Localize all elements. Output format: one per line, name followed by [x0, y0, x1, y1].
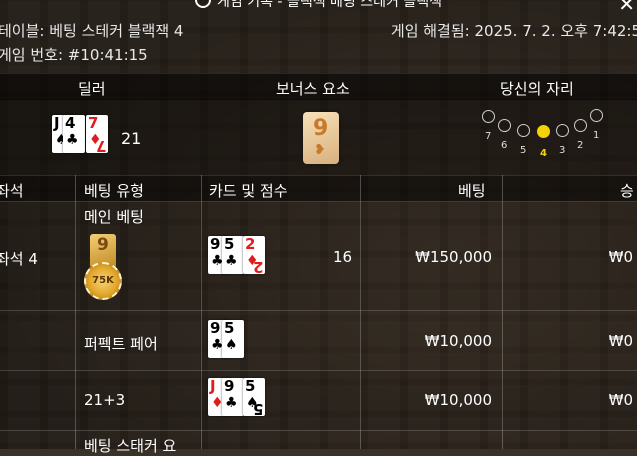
- seat-dot-1: [590, 109, 603, 122]
- seat-dot-3: [556, 124, 569, 137]
- dealer-heading: 딜러: [78, 80, 106, 98]
- col-win: 승: [620, 182, 634, 200]
- bet-amount: ₩150,000: [415, 248, 492, 266]
- seat-label-6: 6: [501, 140, 508, 151]
- player-card: 9 ♣: [222, 378, 244, 416]
- round-id: 게임 번호: #10:41:15: [0, 46, 148, 64]
- panel-title: 게임 기록 - 블랙잭 베팅 스테커 블랙잭: [0, 0, 637, 10]
- bonus-heading: 보너스 요소: [276, 80, 350, 98]
- panel-title-text: 게임 기록 - 블랙잭 베팅 스테커 블랙잭: [217, 0, 442, 10]
- hand-score: 16: [333, 248, 353, 266]
- win-amount: ₩0: [608, 248, 633, 266]
- seat-heading: 당신의 자리: [500, 80, 574, 98]
- seat-label-4: 4: [540, 148, 547, 159]
- resolved-time: 게임 해결됨: 2025. 7. 2. 오후 7:42:5: [390, 22, 637, 40]
- seat-label-1: 1: [593, 130, 600, 141]
- summary-header: 딜러 보너스 요소 당신의 자리: [0, 73, 637, 100]
- seat-label-2: 2: [577, 140, 584, 151]
- bet-type-cell: 21+3: [84, 391, 126, 409]
- player-card: 2 ♦ 2: [243, 235, 265, 276]
- bet-type-cell: 메인 베팅: [84, 208, 144, 226]
- win-amount: ₩0: [608, 332, 633, 350]
- seat-dot-2: [574, 119, 587, 132]
- col-cards-score: 카드 및 점수: [209, 182, 288, 200]
- seat-label-3: 3: [559, 145, 566, 156]
- bonus-value: 9: [313, 116, 329, 141]
- table-name: 테이블: 베팅 스테커 블랙잭 4: [0, 22, 184, 40]
- game-history-panel: 게임 기록 - 블랙잭 베팅 스테커 블랙잭 ✕ 테이블: 베팅 스테커 블랙잭…: [0, 0, 637, 455]
- chip-stack: 9 75K: [84, 234, 124, 304]
- win-amount: ₩0: [608, 391, 633, 409]
- player-card: 5 ♠: [222, 320, 244, 358]
- bet-type-cell: 베팅 스태커 요: [84, 437, 177, 455]
- col-seat: 좌석: [0, 182, 24, 200]
- player-card: 5 ♣: [222, 236, 244, 274]
- seat-cell: 좌석 4: [0, 250, 38, 268]
- col-bet: 베팅: [458, 182, 486, 200]
- player-card: 5 ♠ 5: [243, 377, 265, 418]
- clock-icon: [195, 0, 212, 8]
- bet-amount: ₩10,000: [424, 332, 492, 350]
- chip-icon: 75K: [84, 262, 122, 300]
- dealer-card-3: 7 ♦ 7: [86, 114, 108, 155]
- dealer-card-2: 4 ♣: [63, 115, 85, 153]
- bonus-tile: 9 ❥: [303, 112, 339, 164]
- seat-label-7: 7: [485, 131, 492, 142]
- col-bet-type: 베팅 유형: [84, 182, 144, 200]
- bet-amount: ₩10,000: [424, 391, 492, 409]
- seat-label-5: 5: [520, 145, 527, 156]
- bets-table-header: 좌석 베팅 유형 카드 및 점수 베팅 승: [0, 175, 637, 202]
- bet-type-cell: 퍼펙트 페어: [84, 335, 158, 353]
- dealer-score: 21: [121, 129, 142, 148]
- seat-dot-5: [517, 124, 530, 137]
- bonus-symbol-icon: ❥: [314, 142, 326, 158]
- seat-dot-6: [498, 119, 511, 132]
- close-icon[interactable]: ✕: [618, 0, 635, 16]
- seat-dot-7: [482, 110, 495, 123]
- seat-dot-4: [537, 125, 550, 138]
